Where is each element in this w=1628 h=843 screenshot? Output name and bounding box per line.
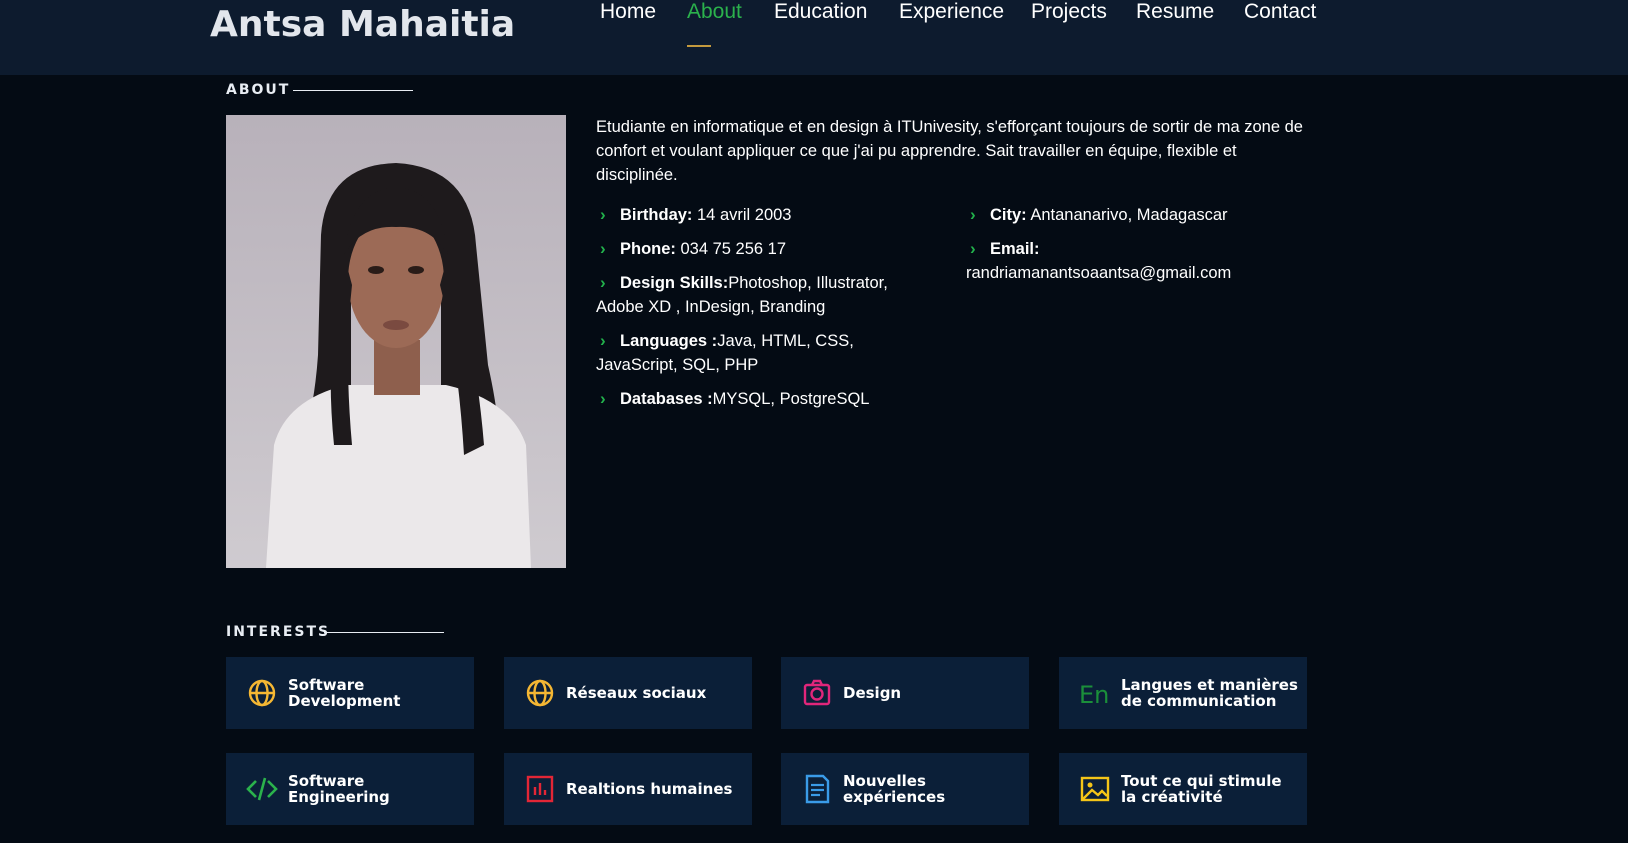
camera-icon <box>803 679 831 706</box>
info-value: 034 75 256 17 <box>675 240 787 258</box>
info-birthday: › Birthday: 14 avril 2003 <box>596 203 936 227</box>
language-icon: En <box>1079 681 1109 709</box>
chevron-right-icon: › <box>600 273 606 292</box>
info-city: › City: Antananarivo, Madagascar <box>966 203 1306 227</box>
nav-contact[interactable]: Contact <box>1244 0 1316 24</box>
chevron-right-icon: › <box>600 331 606 350</box>
image-icon <box>1080 776 1110 802</box>
nav-home[interactable]: Home <box>600 0 656 24</box>
interest-card-nouvelles-experiences[interactable]: Nouvelles expériences <box>781 753 1029 825</box>
interest-label: Realtions humaines <box>566 780 733 798</box>
nav-resume[interactable]: Resume <box>1136 0 1214 24</box>
interest-label: Software Development <box>288 676 401 710</box>
info-label: City: <box>990 206 1027 224</box>
interest-label: Tout ce qui stimule la créativité <box>1121 772 1282 806</box>
nav-projects[interactable]: Projects <box>1031 0 1107 24</box>
info-label: Phone: <box>620 240 676 258</box>
nav-about[interactable]: About <box>687 0 742 24</box>
info-databases: › Databases :MYSQL, PostgreSQL <box>596 387 936 411</box>
info-design-skills: › Design Skills:Photoshop, Illustrator, A… <box>596 271 926 319</box>
globe-icon <box>248 679 276 707</box>
site-header: Antsa Mahaitia Home About Education Expe… <box>0 0 1628 75</box>
interest-label: Design <box>843 684 902 702</box>
nav-active-indicator <box>687 45 711 47</box>
info-value: Antananarivo, Madagascar <box>1026 206 1228 224</box>
interest-card-reseaux-sociaux[interactable]: Réseaux sociaux <box>504 657 752 729</box>
info-value: MYSQL, PostgreSQL <box>712 390 870 408</box>
interests-title-line <box>324 632 444 633</box>
info-label: Languages : <box>620 332 718 350</box>
document-icon <box>805 774 830 804</box>
interest-label: Réseaux sociaux <box>566 684 707 702</box>
interest-label: Software Engineering <box>288 772 390 806</box>
interest-card-langues[interactable]: En Langues et manières de communication <box>1059 657 1307 729</box>
chevron-right-icon: › <box>970 239 976 258</box>
chevron-right-icon: › <box>600 239 606 258</box>
info-label: Databases : <box>620 390 713 408</box>
email-link[interactable]: randriamanantsoaantsa@gmail.com <box>966 264 1231 282</box>
chevron-right-icon: › <box>600 205 606 224</box>
info-email: › Email: randriamanantsoaantsa@gmail.com <box>966 237 1256 285</box>
site-logo[interactable]: Antsa Mahaitia <box>210 4 515 45</box>
chevron-right-icon: › <box>970 205 976 224</box>
interest-label: Langues et manières de communication <box>1121 676 1298 710</box>
info-label: Email: <box>990 240 1040 258</box>
interest-label: Nouvelles expériences <box>843 772 946 806</box>
interest-card-design[interactable]: Design <box>781 657 1029 729</box>
about-section-title: ABOUT <box>226 82 291 98</box>
bar-chart-icon <box>526 775 554 803</box>
profile-photo <box>226 115 566 568</box>
interest-card-creativite[interactable]: Tout ce qui stimule la créativité <box>1059 753 1307 825</box>
info-label: Design Skills: <box>620 274 729 292</box>
info-label: Birthday: <box>620 206 693 224</box>
nav-experience[interactable]: Experience <box>899 0 1004 24</box>
interests-section-title: INTERESTS <box>226 624 331 640</box>
globe-icon <box>526 679 554 707</box>
interest-card-relations-humaines[interactable]: Realtions humaines <box>504 753 752 825</box>
info-value: 14 avril 2003 <box>692 206 792 224</box>
info-phone: › Phone: 034 75 256 17 <box>596 237 936 261</box>
svg-text:En: En <box>1079 681 1109 709</box>
about-title-line <box>293 90 413 91</box>
interest-card-software-development[interactable]: Software Development <box>226 657 474 729</box>
code-icon <box>246 777 278 801</box>
info-languages: › Languages :Java, HTML, CSS, JavaScript,… <box>596 329 936 377</box>
portrait-illustration <box>226 115 566 568</box>
chevron-right-icon: › <box>600 389 606 408</box>
nav-education[interactable]: Education <box>774 0 867 24</box>
about-bio: Etudiante en informatique et en design à… <box>596 118 1303 184</box>
interest-card-software-engineering[interactable]: Software Engineering <box>226 753 474 825</box>
